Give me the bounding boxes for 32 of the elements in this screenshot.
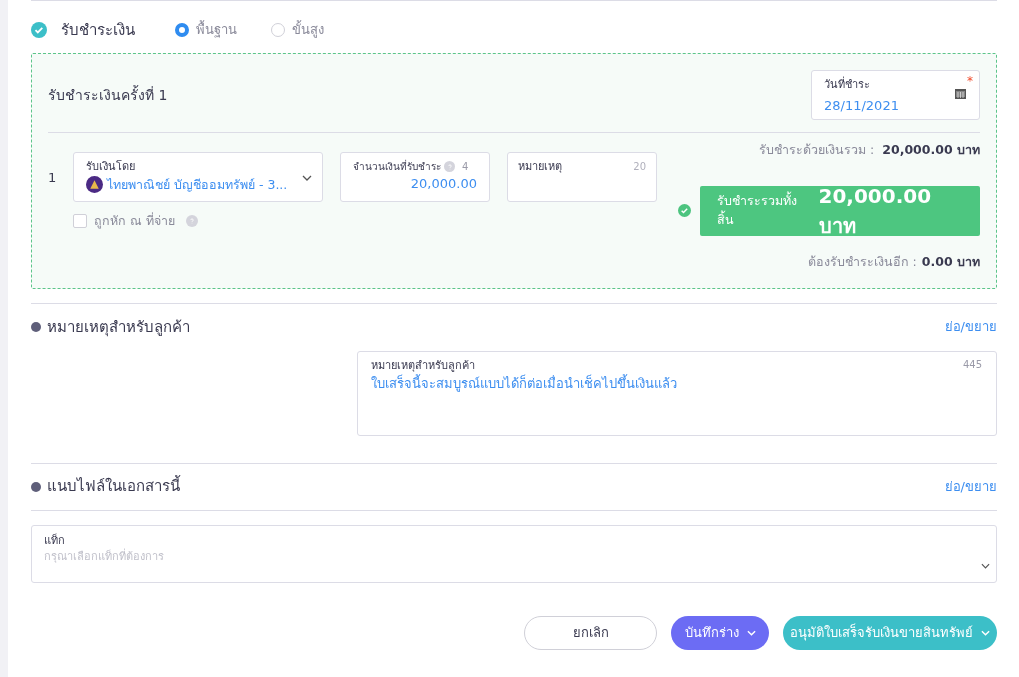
customer-note-field[interactable]: หมายเหตุสำหรับลูกค้า ใบเสร็จนี้จะสมบูรณ์แบบได้ก็ต่อเมื่อนำเช็คไปขึ้นเงินแล้ว 445 bbox=[357, 350, 997, 436]
help-icon bbox=[444, 161, 455, 172]
remaining-value: 0.00 บาท bbox=[921, 252, 980, 271]
received-by-dropdown[interactable]: รับเงินโดย ไทยพาณิชย์ บัญชีออมทรัพย์ - 3... bbox=[73, 152, 323, 202]
bank-logo-icon bbox=[86, 176, 103, 194]
row-number: 1 bbox=[48, 169, 56, 187]
tag-dropdown[interactable]: แท็ก กรุณาเลือกแท็กที่ต้องการ bbox=[31, 524, 997, 583]
remaining-label: ต้องรับชำระเงินอีก : bbox=[807, 252, 917, 271]
section-title: หมายเหตุสำหรับลูกค้า bbox=[47, 316, 190, 339]
required-mark: * bbox=[967, 73, 973, 90]
installment-title: รับชำระเงินครั้งที่ 1 bbox=[48, 84, 168, 105]
chevron-down-icon bbox=[981, 629, 990, 636]
paid-total-label: รับชำระด้วยเงินรวม : bbox=[759, 141, 875, 159]
chevron-down-icon bbox=[302, 175, 312, 181]
grand-total-banner: รับชำระรวมทั้งสิ้น 20,000.00 บาท bbox=[700, 185, 980, 236]
chevron-down-icon bbox=[746, 629, 756, 636]
checked-checkbox-icon[interactable] bbox=[31, 22, 47, 38]
bullet-icon bbox=[31, 322, 41, 332]
section-title: แนบไฟล์ในเอกสารนี้ bbox=[47, 475, 180, 498]
cancel-button[interactable]: ยกเลิก bbox=[524, 615, 657, 650]
radio-option[interactable]: พื้นฐาน bbox=[175, 20, 237, 40]
calendar-icon[interactable] bbox=[955, 89, 966, 99]
paid-total-value: 20,000.00 บาท bbox=[882, 141, 980, 159]
note-field[interactable]: หมายเหตุ 20 bbox=[507, 152, 657, 202]
help-icon bbox=[185, 215, 198, 228]
amount-field[interactable]: จำนวนเงินที่รับชำระ 4 20,000.00 bbox=[340, 152, 490, 202]
chevron-down-icon bbox=[981, 562, 990, 569]
radio-option[interactable]: ขั้นสูง bbox=[271, 20, 324, 40]
section-title: รับชำระเงิน bbox=[61, 19, 135, 41]
bullet-icon bbox=[31, 481, 41, 492]
date-field[interactable]: วันที่ชำระ 28/11/2021 * bbox=[811, 70, 980, 120]
save-draft-button[interactable]: บันทึกร่าง bbox=[671, 615, 769, 650]
